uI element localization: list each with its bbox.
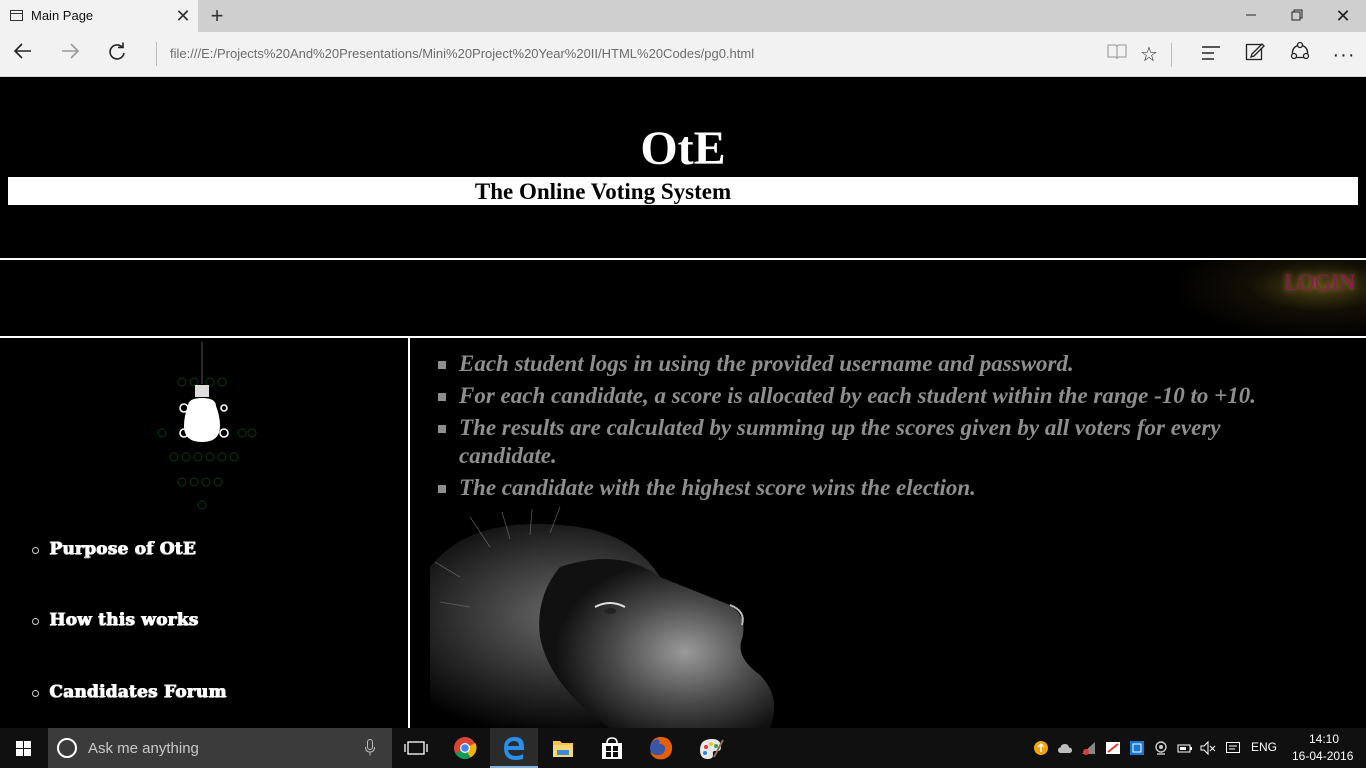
back-icon[interactable] [8, 40, 38, 70]
tab-title: Main Page [31, 8, 94, 23]
rule-text: For each candidate, a score is allocated… [459, 383, 1257, 408]
bullet-icon [32, 618, 39, 625]
header-divider [0, 258, 1366, 260]
column-divider [408, 338, 410, 728]
close-window-icon[interactable]: ✕ [1320, 0, 1366, 32]
cortana-icon [57, 738, 77, 758]
refresh-icon[interactable] [102, 40, 132, 70]
file-explorer-icon[interactable] [539, 728, 587, 768]
windows-start-icon[interactable] [0, 728, 48, 768]
chrome-icon[interactable] [441, 728, 489, 768]
menu-label[interactable]: Purpose of OtE [49, 539, 196, 559]
rule-item: The results are calculated by summing up… [438, 414, 1318, 470]
web-note-icon[interactable] [1240, 40, 1270, 70]
edge-icon[interactable] [490, 728, 538, 768]
square-bullet-icon [438, 485, 446, 493]
rule-text: Each student logs in using the provided … [459, 351, 1074, 376]
square-bullet-icon [438, 361, 446, 369]
share-icon[interactable] [1285, 40, 1315, 70]
forward-icon[interactable] [55, 40, 85, 70]
browser-tab[interactable]: Main Page ✕ [0, 0, 198, 32]
menu-label[interactable]: How this works [49, 610, 198, 630]
clock-time[interactable]: 14:10 [1309, 732, 1339, 746]
paint-icon[interactable] [686, 728, 734, 768]
favorite-star-icon[interactable]: ☆ [1134, 40, 1164, 70]
subtitle-bar: The Online Voting System [8, 177, 1358, 205]
clock-date[interactable]: 16-04-2016 [1292, 749, 1353, 763]
voting-rules-list: Each student logs in using the provided … [438, 350, 1318, 506]
site-subtitle: The Online Voting System [474, 179, 732, 204]
update-icon[interactable] [1033, 740, 1049, 756]
rule-text: The results are calculated by summing up… [459, 415, 1221, 468]
lion-image [430, 507, 778, 728]
search-placeholder[interactable]: Ask me anything [88, 740, 199, 757]
restore-icon[interactable] [1274, 0, 1320, 32]
rule-item: The candidate with the highest score win… [438, 474, 1318, 502]
minimize-icon[interactable] [1228, 0, 1274, 32]
screen-tool-icon[interactable] [1129, 740, 1145, 756]
site-title: OtE [640, 122, 726, 175]
nav-divider [0, 336, 1366, 338]
cloud-icon[interactable] [1057, 740, 1073, 756]
square-bullet-icon [438, 425, 446, 433]
navigation-bar: file:///E:/Projects%20And%20Presentation… [0, 32, 1366, 77]
more-icon[interactable]: ··· [1329, 40, 1359, 70]
cortana-search-box[interactable]: Ask me anything [48, 728, 392, 768]
login-link[interactable]: LOGIN [1284, 270, 1356, 296]
plus-icon[interactable]: + [204, 3, 230, 29]
firefox-icon[interactable] [637, 728, 685, 768]
volume-muted-icon[interactable] [1200, 740, 1216, 756]
tab-bar: Main Page ✕ + ✕ [0, 0, 1366, 32]
rule-item: Each student logs in using the provided … [438, 350, 1318, 378]
close-icon[interactable]: ✕ [172, 5, 194, 27]
bullet-icon [32, 690, 39, 697]
microphone-icon[interactable] [365, 739, 375, 756]
page-icon [10, 10, 23, 21]
web-page: OtE The Online Voting System LOGIN Purpo… [0, 77, 1366, 728]
battery-icon[interactable] [1177, 740, 1193, 756]
lightbulb-icon [157, 342, 257, 510]
network-error-icon[interactable] [1081, 740, 1097, 756]
address-separator [156, 42, 157, 66]
address-bar[interactable]: file:///E:/Projects%20And%20Presentation… [170, 46, 754, 61]
reading-view-icon[interactable] [1102, 40, 1132, 70]
task-view-icon[interactable] [392, 728, 440, 768]
rule-item: For each candidate, a score is allocated… [438, 382, 1318, 410]
windows-taskbar: Ask me anything ENG 14:10 16-04-2016 [0, 728, 1366, 768]
bullet-icon [32, 547, 39, 554]
menu-label[interactable]: Candidates Forum [49, 682, 226, 702]
store-icon[interactable] [588, 728, 636, 768]
action-center-icon[interactable] [1225, 740, 1241, 756]
hub-icon[interactable] [1196, 40, 1226, 70]
rule-text: The candidate with the highest score win… [459, 475, 976, 500]
toolbar-separator [1171, 43, 1172, 67]
webcam-icon[interactable] [1153, 740, 1169, 756]
language-indicator[interactable]: ENG [1251, 740, 1277, 754]
security-tool-icon[interactable] [1105, 740, 1121, 756]
square-bullet-icon [438, 393, 446, 401]
